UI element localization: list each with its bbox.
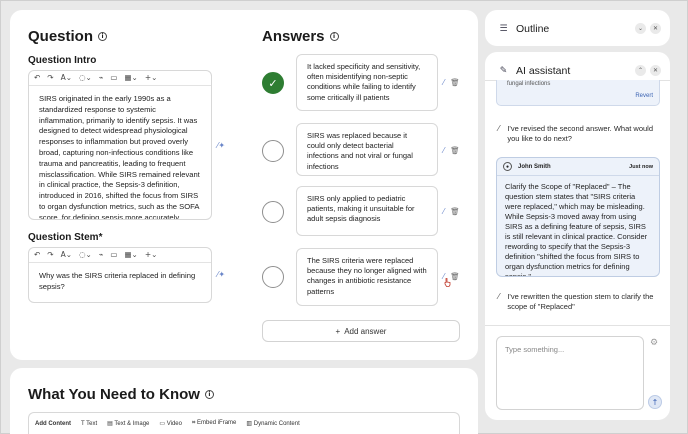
chevron-up-icon[interactable]: ⌃	[635, 65, 646, 76]
answer-radio[interactable]	[262, 201, 284, 223]
content-embed-button[interactable]: ⌗ Embed iFrame	[192, 420, 236, 427]
close-icon[interactable]: ✕	[650, 23, 661, 34]
answer-item[interactable]: The SIRS criteria were replaced because …	[296, 248, 438, 306]
magic-wand-icon[interactable]: ⁄✦	[217, 270, 225, 279]
image-icon[interactable]: ▭	[110, 74, 117, 82]
answer-item[interactable]: It lacked specificity and sensitivity, o…	[296, 54, 438, 111]
insert-icon[interactable]: +⌄	[145, 74, 158, 82]
color-icon[interactable]: ◌⌄	[79, 74, 92, 82]
question-stem-text[interactable]: Why was the SIRS criteria replaced in de…	[29, 263, 211, 301]
question-intro-text[interactable]: SIRS originated in the early 1990s as a …	[29, 86, 211, 219]
question-heading: Question i	[28, 28, 108, 45]
answer-actions: ⁄ 🗑︎	[443, 146, 460, 155]
content-type-bar: Add Content T Text ▤ Text & Image ▭ Vide…	[28, 412, 460, 434]
ai-sparkle-icon: ⁄	[498, 124, 500, 133]
text-style-icon[interactable]: A⌄	[61, 251, 72, 259]
content-dynamic-button[interactable]: ▥ Dynamic Content	[246, 420, 299, 427]
question-intro-label: Question Intro	[28, 55, 97, 66]
know-heading: What You Need to Know i	[28, 386, 214, 403]
content-text-button[interactable]: T Text	[81, 421, 97, 427]
text-style-icon[interactable]: A⌄	[61, 74, 72, 82]
table-icon[interactable]: ▦⌄	[124, 251, 137, 259]
chat-input[interactable]: Type something...	[496, 336, 644, 410]
send-button[interactable]: ↑	[648, 395, 662, 409]
answer-item[interactable]: SIRS was replaced because it could only …	[296, 123, 438, 176]
answer-actions: ⁄ 🗑︎	[443, 207, 460, 216]
image-icon[interactable]: ▭	[110, 251, 117, 259]
divider	[485, 325, 670, 326]
add-answer-button[interactable]: + Add answer	[262, 320, 460, 342]
info-icon[interactable]: i	[329, 32, 339, 41]
outline-header[interactable]: ☰ Outline	[497, 22, 549, 35]
add-content-label: Add Content	[35, 420, 71, 427]
user-message-text: Clarify the Scope of "Replaced" – The qu…	[505, 182, 648, 277]
answer-radio[interactable]	[262, 140, 284, 162]
trash-icon[interactable]: 🗑︎	[450, 146, 460, 155]
trash-icon[interactable]: 🗑︎	[450, 272, 460, 281]
user-message: ● John Smith Just now Clarify the Scope …	[496, 157, 660, 277]
magic-wand-icon[interactable]: ⁄	[443, 146, 444, 155]
magic-wand-icon[interactable]: ⁄	[443, 78, 444, 87]
close-icon[interactable]: ✕	[650, 65, 661, 76]
ai-assistant-header[interactable]: ✎ AI assistant	[497, 64, 571, 77]
info-icon[interactable]: i	[98, 32, 108, 41]
link-icon[interactable]: ⌁	[99, 251, 104, 259]
chevron-down-icon[interactable]: ⌄	[635, 23, 646, 34]
question-stem-label: Question Stem*	[28, 232, 103, 243]
pointer-cursor-icon	[444, 278, 451, 287]
avatar: ●	[503, 162, 512, 171]
undo-icon[interactable]: ↶	[34, 74, 40, 82]
assistant-message: ⁄ I've revised the second answer. What w…	[498, 124, 654, 143]
link-icon[interactable]: ⌁	[99, 74, 104, 82]
color-icon[interactable]: ◌⌄	[79, 251, 92, 259]
trash-icon[interactable]: 🗑︎	[450, 207, 460, 216]
question-intro-editor[interactable]: ↶ ↷ A⌄ ◌⌄ ⌁ ▭ ▦⌄ +⌄ SIRS originated in t…	[28, 70, 212, 220]
undo-icon[interactable]: ↶	[34, 251, 40, 259]
arrow-up-icon: ↑	[651, 397, 659, 407]
user-message-header: ● John Smith Just now	[497, 158, 659, 176]
stem-toolbar: ↶ ↷ A⌄ ◌⌄ ⌁ ▭ ▦⌄ +⌄	[29, 248, 211, 263]
magic-wand-icon[interactable]: ⁄	[443, 207, 444, 216]
assistant-message: ⁄ I've rewritten the question stem to cl…	[498, 292, 654, 311]
intro-toolbar: ↶ ↷ A⌄ ◌⌄ ⌁ ▭ ▦⌄ +⌄	[29, 71, 211, 86]
magic-wand-icon[interactable]: ⁄✦	[217, 141, 225, 150]
content-video-button[interactable]: ▭ Video	[159, 420, 182, 427]
answer-item[interactable]: SIRS only applied to pediatric patients,…	[296, 186, 438, 236]
chat-input-placeholder: Type something...	[505, 345, 565, 354]
ai-sparkle-icon: ⁄	[498, 292, 500, 301]
question-stem-editor[interactable]: ↶ ↷ A⌄ ◌⌄ ⌁ ▭ ▦⌄ +⌄ Why was the SIRS cri…	[28, 247, 212, 303]
redo-icon[interactable]: ↷	[47, 74, 53, 82]
redo-icon[interactable]: ↷	[47, 251, 53, 259]
answers-heading: Answers i	[262, 28, 339, 45]
check-icon: ✓	[268, 76, 278, 90]
answer-radio[interactable]	[262, 266, 284, 288]
dynamic-icon: ▥	[246, 421, 254, 427]
ai-sparkle-icon: ✎	[499, 65, 508, 76]
user-name: John Smith	[518, 163, 551, 170]
info-icon[interactable]: i	[204, 390, 214, 399]
revert-link[interactable]: Revert	[635, 93, 653, 99]
answer-actions: ⁄ 🗑︎	[443, 78, 460, 87]
answer-correct-radio[interactable]: ✓	[262, 72, 284, 94]
insert-icon[interactable]: +⌄	[145, 251, 158, 259]
settings-icon[interactable]: ⚙	[650, 338, 658, 348]
previous-suggestion: fungal infections Revert	[496, 80, 660, 106]
list-icon: ☰	[499, 23, 508, 34]
add-answer-label: Add answer	[344, 326, 387, 336]
content-text-image-button[interactable]: ▤ Text & Image	[107, 420, 149, 427]
previous-snippet: fungal infections	[507, 81, 551, 87]
table-icon[interactable]: ▦⌄	[124, 74, 137, 82]
plus-icon: +	[335, 326, 341, 336]
trash-icon[interactable]: 🗑︎	[450, 78, 460, 87]
video-icon: ▭	[159, 421, 167, 427]
timestamp: Just now	[629, 163, 653, 170]
